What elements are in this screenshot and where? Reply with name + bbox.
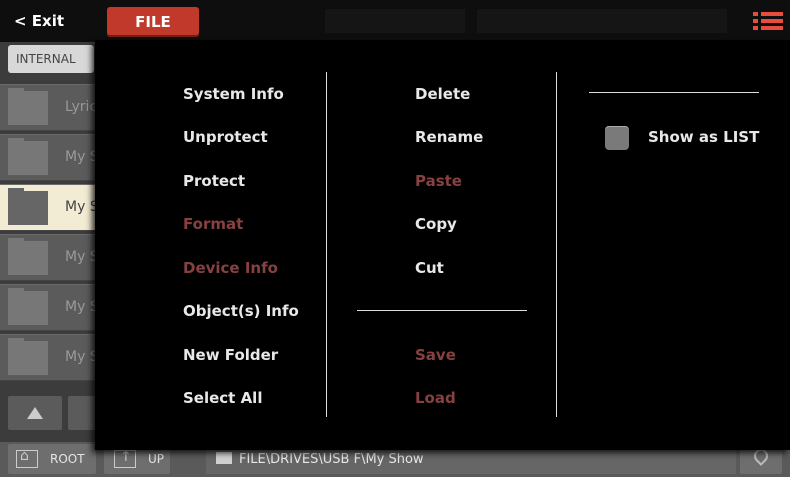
file-row-label: My S [65,299,99,315]
show-as-list-label: Show as LIST [648,128,760,146]
folder-icon [8,238,48,275]
file-row-label: My S [65,149,99,165]
menu-item-cut[interactable]: Cut [415,259,444,277]
file-menu-overlay: System Info Unprotect Protect Format Dev… [95,40,790,450]
menu-item-system-info[interactable]: System Info [183,85,284,103]
menu-item-copy[interactable]: Copy [415,215,457,233]
folder-icon [8,338,48,375]
up-label: UP [148,452,165,466]
menu-item-rename[interactable]: Rename [415,128,483,146]
column-divider [326,72,327,417]
file-row-label: My S [65,199,99,215]
internal-tab[interactable]: INTERNAL [8,45,94,73]
menu-item-delete[interactable]: Delete [415,85,470,103]
status-field-1 [325,9,465,33]
section-divider [357,310,527,311]
menu-item-format: Format [183,215,244,233]
file-row-selected[interactable]: My S [0,184,100,231]
menu-item-load: Load [415,389,456,407]
file-row[interactable]: My S [0,234,100,281]
file-row[interactable]: My S [0,334,100,381]
file-row[interactable]: My S [0,134,100,181]
folder-icon [8,288,48,325]
scroll-down-button[interactable] [68,396,98,430]
menu-item-new-folder[interactable]: New Folder [183,346,278,364]
folder-icon [8,88,48,125]
exit-button[interactable]: < Exit [14,12,64,30]
file-row-label: My S [65,249,99,265]
file-row-label: My S [65,349,99,365]
folder-icon [8,188,48,225]
file-row-label: Lyric [65,99,98,115]
path-display: FILE\DRIVES\USB F\My Show [206,446,736,474]
section-divider [589,92,759,93]
status-field-2 [477,9,727,33]
up-arrow-icon [114,449,136,468]
root-label: ROOT [50,452,85,466]
drive-icon [216,452,232,464]
menu-item-paste: Paste [415,172,462,190]
menu-item-protect[interactable]: Protect [183,172,245,190]
file-row[interactable]: Lyric [0,84,100,131]
arrow-up-icon [27,407,43,419]
menu-item-device-info: Device Info [183,259,278,277]
scroll-up-button[interactable] [8,396,62,430]
menu-item-select-all[interactable]: Select All [183,389,262,407]
path-text: FILE\DRIVES\USB F\My Show [239,452,424,467]
folder-icon [8,138,48,175]
file-row[interactable]: My S [0,284,100,331]
home-icon [16,448,38,468]
file-tab[interactable]: FILE [107,7,199,37]
menu-item-save: Save [415,346,456,364]
menu-item-unprotect[interactable]: Unprotect [183,128,268,146]
list-menu-icon[interactable] [753,11,783,31]
show-as-list-checkbox[interactable] [605,126,629,150]
menu-item-objects-info[interactable]: Object(s) Info [183,302,299,320]
root-button[interactable]: ROOT [8,444,96,474]
column-divider [556,72,557,417]
